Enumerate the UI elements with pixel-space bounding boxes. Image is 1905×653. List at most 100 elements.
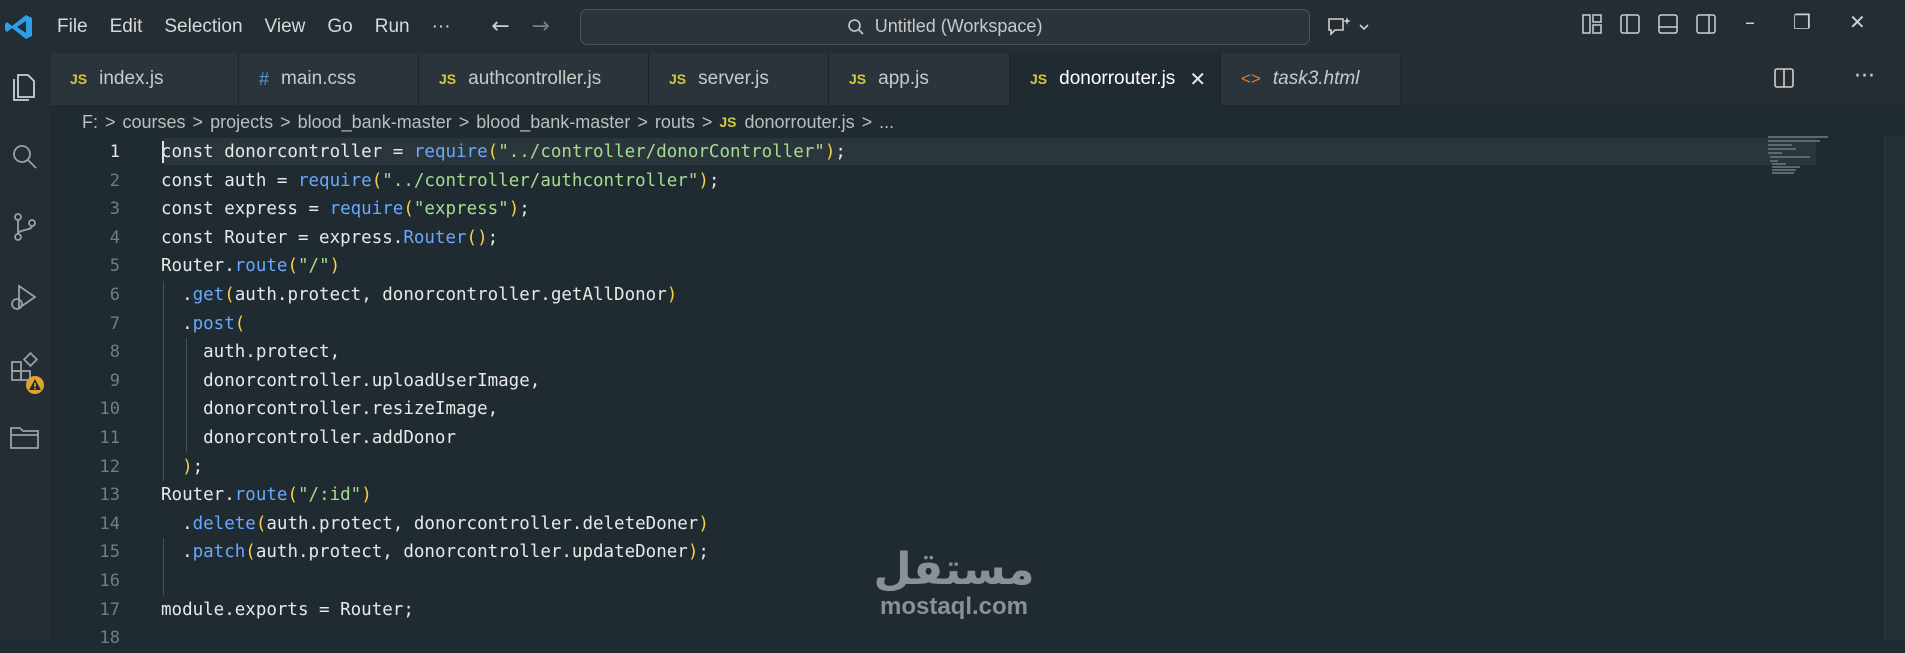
forward-arrow-icon[interactable]: → (528, 14, 554, 39)
menu-selection[interactable]: Selection (153, 0, 253, 53)
toggle-primary-sidebar-icon[interactable] (1618, 12, 1642, 36)
vertical-scrollbar[interactable] (1884, 136, 1905, 640)
line-number: 10 (99, 399, 120, 420)
code-token: ( (224, 284, 235, 305)
code-token: Router. (161, 256, 235, 277)
js-file-icon: JS (719, 114, 737, 130)
breadcrumb-symbols[interactable]: ... (879, 112, 894, 133)
chevron-right-icon: > (458, 111, 470, 132)
line-number: 13 (99, 485, 120, 506)
menu-view[interactable]: View (254, 0, 317, 53)
code-token: Router (403, 227, 467, 248)
line-number: 7 (109, 313, 120, 334)
menu-edit[interactable]: Edit (99, 0, 154, 53)
navigation-arrows: ← → (488, 14, 554, 39)
code-token: ( (487, 142, 499, 162)
close-window-icon[interactable]: ✕ (1849, 10, 1866, 34)
breadcrumb-item[interactable]: routs (655, 112, 695, 133)
minimize-icon[interactable]: – (1745, 10, 1755, 34)
restore-icon[interactable]: ❐ (1793, 10, 1811, 34)
code-line: const Router = express.Router(); (161, 224, 846, 253)
code-token: "/:id" (298, 485, 362, 506)
search-view-icon[interactable] (7, 139, 43, 175)
source-control-icon[interactable] (7, 209, 43, 245)
tab-label: server.js (698, 68, 769, 89)
menu-more[interactable]: ··· (421, 0, 462, 53)
run-debug-icon[interactable] (7, 279, 43, 315)
code-token: . (161, 284, 193, 305)
js-file-icon: JS (849, 71, 867, 87)
js-file-icon: JS (669, 71, 687, 87)
code-line: .delete(auth.protect, donorcontroller.de… (161, 510, 846, 539)
chat-sparkle-icon (1327, 16, 1351, 36)
code-token: ; (519, 199, 530, 220)
explorer-icon[interactable] (7, 69, 43, 105)
breadcrumb-item[interactable]: blood_bank-master (476, 112, 630, 133)
breadcrumb-item[interactable]: projects (210, 112, 273, 133)
breadcrumb-item[interactable]: courses (123, 112, 186, 133)
code-token: "../controller/donorController" (498, 142, 825, 162)
breadcrumb-file[interactable]: donorrouter.js (745, 112, 855, 133)
menu-file[interactable]: File (46, 0, 99, 53)
back-arrow-icon[interactable]: ← (488, 14, 514, 39)
code-token: delete (192, 513, 256, 534)
minimap[interactable] (1768, 136, 1838, 176)
code-token: auth.protect, donorcontroller.updateDone… (255, 542, 688, 563)
tab-label: app.js (878, 68, 929, 89)
line-number: 2 (109, 170, 120, 191)
breadcrumb-item[interactable]: blood_bank-master (298, 112, 452, 133)
code-line: const donorcontroller = require("../cont… (161, 138, 846, 167)
tab-label: authcontroller.js (468, 68, 602, 89)
menu-run[interactable]: Run (364, 0, 421, 53)
mostaql-watermark: مستقل mostaql.com (866, 546, 1042, 620)
code-token: const Router = express. (161, 227, 404, 248)
code-line: module.exports = Router; (161, 596, 846, 625)
command-center-search[interactable]: Untitled (Workspace) (579, 8, 1310, 45)
vscode-logo-icon[interactable] (4, 12, 34, 42)
line-number: 16 (99, 570, 120, 591)
tab-index-js[interactable]: JS index.js (50, 53, 239, 105)
close-tab-icon[interactable]: ✕ (1189, 67, 1206, 91)
breadcrumb: F: > courses > projects > blood_bank-mas… (82, 108, 894, 136)
customize-layout-icon[interactable] (1580, 12, 1604, 36)
code-token: ) (329, 256, 341, 277)
chevron-right-icon: > (861, 111, 873, 132)
code-token: ) (361, 485, 372, 506)
code-line: donorcontroller.uploadUserImage, (161, 367, 846, 396)
chevron-down-icon (1359, 23, 1369, 30)
line-number: 5 (109, 256, 120, 277)
code-line: const auth = require("../controller/auth… (161, 167, 846, 196)
tab-donorrouter-js[interactable]: JS donorrouter.js ✕ (1010, 53, 1221, 105)
chevron-right-icon: > (637, 111, 648, 132)
code-token: route (234, 256, 288, 277)
toggle-panel-icon[interactable] (1656, 12, 1680, 36)
toggle-secondary-sidebar-icon[interactable] (1694, 12, 1718, 36)
code-line: ); (161, 453, 846, 482)
watermark-arabic: مستقل (873, 544, 1035, 595)
chevron-right-icon: > (280, 111, 291, 132)
line-number: 17 (99, 599, 120, 620)
code-token: "/" (298, 256, 330, 277)
copilot-button[interactable] (1326, 15, 1370, 39)
watermark-latin: mostaql.com (879, 593, 1029, 620)
tab-server-js[interactable]: JS server.js (649, 53, 829, 105)
code-token: ; (487, 227, 499, 248)
more-actions-icon[interactable]: ··· (1854, 64, 1875, 89)
tab-authcontroller-js[interactable]: JS authcontroller.js (419, 53, 649, 105)
folder-icon[interactable] (7, 419, 43, 455)
menu-go[interactable]: Go (316, 0, 363, 53)
code-token: . (161, 313, 193, 334)
code-token: ( (466, 227, 478, 248)
split-editor-icon[interactable] (1772, 66, 1796, 90)
tab-label: main.css (281, 68, 356, 89)
line-number: 14 (99, 513, 120, 534)
line-number: 11 (99, 427, 120, 448)
code-token: const donorcontroller = (161, 142, 414, 162)
tab-app-js[interactable]: JS app.js (829, 53, 1010, 105)
tab-main-css[interactable]: # main.css (239, 53, 419, 105)
tab-task3-html[interactable]: <> task3.html (1221, 53, 1401, 105)
code-line: donorcontroller.addDonor (161, 424, 846, 453)
breadcrumb-item[interactable]: F: (82, 112, 98, 133)
js-file-icon: JS (1030, 71, 1048, 87)
